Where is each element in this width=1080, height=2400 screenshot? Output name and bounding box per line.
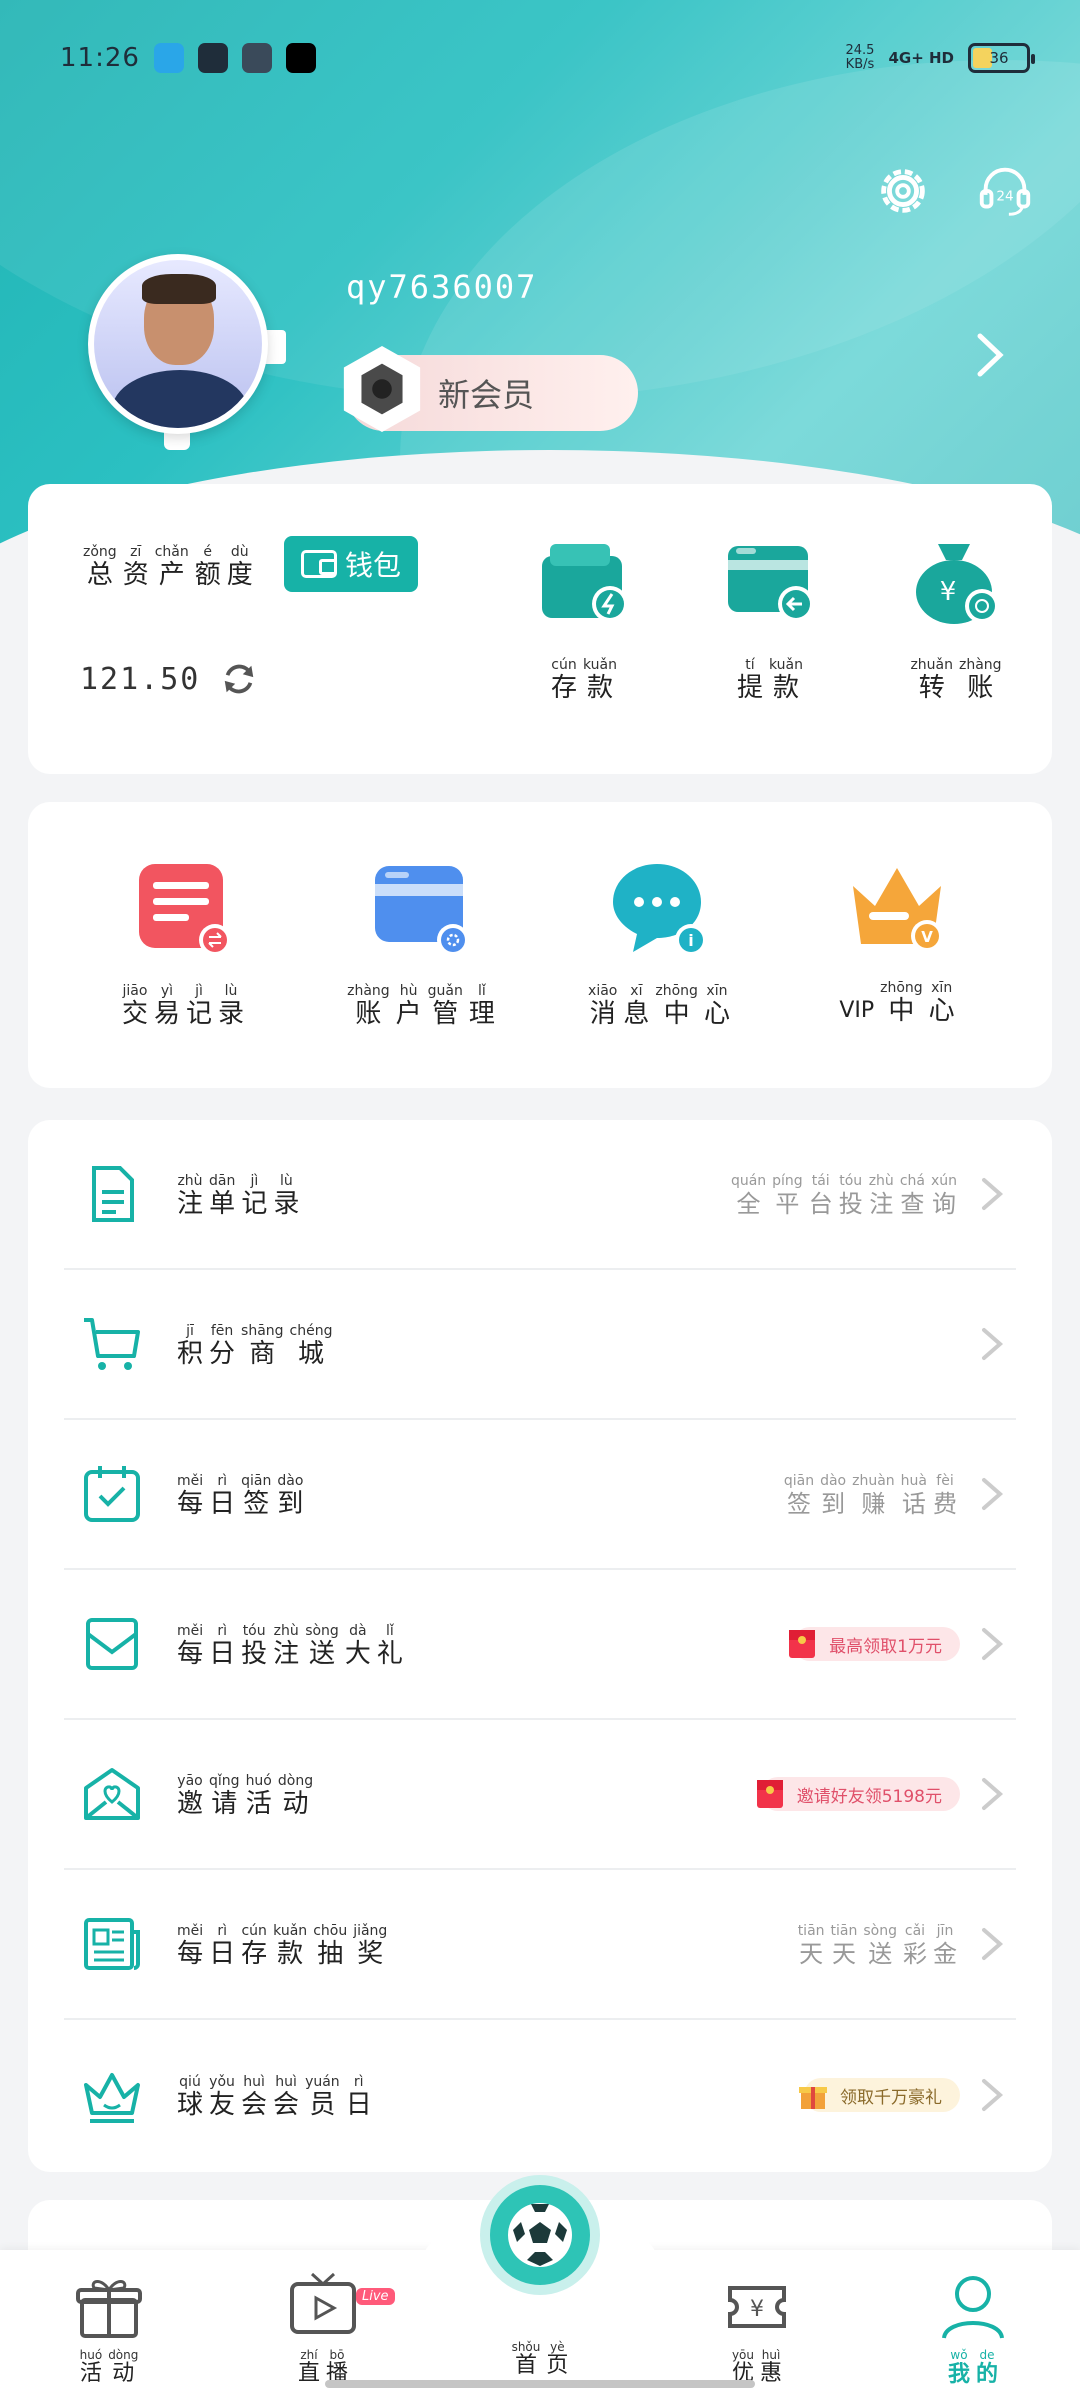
- tab-activities[interactable]: huó 活 dòng 动: [34, 2270, 184, 2386]
- soccer-ball-icon: [508, 2203, 572, 2267]
- menu-hint: tiān 天 tiān 天 sòng 送 cǎi 彩 jīn 金: [797, 1922, 957, 1968]
- red-envelope-icon: [789, 1630, 816, 1658]
- transfer-money-bag-icon: ¥: [916, 544, 999, 624]
- chevron-right-icon: [982, 1928, 1004, 1960]
- menu-item-points-mall[interactable]: jī 积 fēn 分 shāng 商 chéng 城: [64, 1270, 1016, 1420]
- svg-text:i: i: [688, 931, 693, 950]
- menu-hint: qiān 签 dào 到 zhuàn 赚 huà 话 fèi 费: [783, 1472, 957, 1518]
- home-soccer-ball-icon[interactable]: [490, 2185, 590, 2285]
- gift-box-icon: [799, 2087, 827, 2109]
- gift-envelope-icon: [86, 1618, 138, 1670]
- member-medal-icon: [343, 345, 421, 433]
- red-envelope-icon: [756, 1780, 783, 1808]
- menu-item-daily-checkin[interactable]: měi 每 rì 日 qiān 签 dào 到 qiān 签 dào 到 zhuàn 赚 huà 话 fèi 费: [64, 1420, 1016, 1570]
- avatar[interactable]: [88, 254, 268, 434]
- member-level-badge[interactable]: 新会员: [343, 345, 638, 433]
- crown-icon: [84, 2073, 140, 2123]
- wallet-icon: [300, 550, 337, 578]
- chevron-right-icon: [982, 1178, 1004, 1210]
- chevron-right-icon: [982, 1328, 1004, 1360]
- calendar-check-icon: [84, 1466, 140, 1522]
- avatar-image: [94, 260, 262, 428]
- menu-hint: quán 全 píng 平 tái 台 tóu 投 zhù 注 chá 查 xún 询: [730, 1172, 957, 1218]
- promo-badge: 邀请好友领5198元: [756, 1777, 960, 1811]
- chat-bubble-icon: i: [613, 864, 707, 956]
- shopping-cart-icon: [84, 1318, 140, 1370]
- home-indicator: [325, 2380, 755, 2388]
- wallet-actions: cún 存 kuǎn 款 tí 提 kuǎn 款 ¥ zhuǎn 转 zhàng…: [528, 534, 1012, 703]
- settings-gear-icon[interactable]: [872, 160, 934, 222]
- refresh-icon[interactable]: [220, 660, 258, 698]
- total-assets-label: zǒng 总 zī 资 chǎn 产 é额 dù 度: [83, 544, 253, 590]
- user-profile-icon: [942, 2276, 1004, 2339]
- chevron-right-icon: [982, 1478, 1004, 1510]
- member-level-label: 新会员: [438, 376, 535, 414]
- balance-display: 121.50: [80, 660, 258, 698]
- menu-card: zhù 注 dān 单 jì 记 lù 录 quán 全 píng 平 tái 台 tóu 投 zhù 注 chá…: [28, 1120, 1052, 2172]
- status-bar: 11:26 24.5 KB/s 4G+ HD 36: [60, 36, 1035, 80]
- chevron-right-icon: [982, 2079, 1004, 2111]
- calendar-app-icon: [241, 43, 272, 73]
- speed-value: 24.5: [845, 43, 875, 58]
- menu-item-daily-deposit-draw[interactable]: měi 每 rì 日 cún 存 kuǎn 款 chōu 抽 jiǎng 奖 tiān 天 tiān 天 sò…: [64, 1870, 1016, 2020]
- chevron-right-icon: [982, 1628, 1004, 1660]
- tab-offers[interactable]: ¥ yōu 优 huì 惠: [682, 2270, 832, 2386]
- customer-service-headset-icon[interactable]: 24: [974, 160, 1036, 222]
- status-time: 11:26: [60, 43, 140, 73]
- promo-text: 邀请好友领5198元: [796, 1786, 942, 1807]
- header-actions: 24: [872, 160, 1036, 222]
- browser-app-icon: [153, 43, 184, 73]
- wallet-button[interactable]: 钱包: [284, 536, 418, 592]
- network-type: 4G+ HD: [888, 49, 954, 67]
- document-icon: [92, 1166, 134, 1222]
- heart-envelope-icon: [84, 1768, 140, 1820]
- vip-crown-icon: V: [853, 868, 943, 952]
- svg-text:¥: ¥: [750, 2297, 764, 2322]
- battery-icon: 36: [968, 43, 1035, 73]
- deposit-wallet-icon: [542, 544, 628, 622]
- transfer-button[interactable]: ¥ zhuǎn 转 zhàng 账: [900, 534, 1012, 703]
- gift-icon: [76, 2280, 142, 2338]
- transaction-records-button[interactable]: jiāo 交 yì 易 jì 记 lù 录: [83, 856, 283, 1029]
- balance-amount: 121.50: [80, 661, 201, 697]
- menu-item-invite[interactable]: yāo 邀 qǐng 请 huó 活 dòng 动 邀请好友领5198元: [64, 1720, 1016, 1870]
- menu-item-bet-records[interactable]: zhù 注 dān 单 jì 记 lù 录 quán 全 píng 平 tái 台 tóu 投 zhù 注 chá…: [64, 1120, 1016, 1270]
- battery-level: 36: [989, 49, 1009, 67]
- message-center-button[interactable]: i xiāo 消 xī 息 zhōng 中 xīn 心: [559, 856, 759, 1029]
- promo-text: 最高领取1万元: [829, 1636, 942, 1657]
- tiktok-app-icon: [285, 43, 316, 73]
- transaction-list-icon: [139, 864, 231, 956]
- tab-mine[interactable]: wǒ 我 de 的: [898, 2270, 1048, 2386]
- svg-text:V: V: [921, 928, 933, 946]
- withdraw-card-icon: [728, 546, 814, 622]
- account-card-icon: [375, 866, 469, 956]
- live-badge: Live: [356, 2288, 395, 2305]
- menu-item-daily-bet-gift[interactable]: měi 每 rì 日 tóu 投 zhù 注 sòng 送 dà 大 lǐ 礼 最高领取1万元: [64, 1570, 1016, 1720]
- menu-item-fan-member-day[interactable]: qiú 球 yǒu 友 huì 会 huì 会 yuán 员 rì 日 领取千万豪礼: [64, 2020, 1016, 2170]
- chevron-right-icon: [982, 1778, 1004, 1810]
- tv-play-icon: [290, 2272, 356, 2334]
- promo-badge: 最高领取1万元: [789, 1627, 960, 1661]
- profile-chevron-right-icon[interactable]: [970, 330, 1010, 380]
- speed-unit: KB/s: [845, 57, 875, 72]
- coupon-yen-icon: ¥: [728, 2286, 786, 2328]
- promo-text: 领取千万豪礼: [840, 2087, 942, 2108]
- newspaper-icon: [84, 1918, 140, 1970]
- wallet-button-label: 钱包: [344, 549, 401, 582]
- shortcuts-card: jiāo 交 yì 易 jì 记 lù 录 zhàng 账 hù 户 guǎn 管 lǐ 理 i: [28, 802, 1052, 1088]
- svg-text:¥: ¥: [940, 577, 957, 607]
- vip-center-button[interactable]: V VIP zhōng 中 xīn 心: [797, 856, 997, 1029]
- promo-badge: 领取千万豪礼: [799, 2078, 960, 2112]
- network-speed: 24.5 KB/s: [846, 44, 875, 72]
- svg-text:24: 24: [996, 189, 1013, 205]
- link-app-icon: [197, 43, 228, 73]
- username: qy7636007: [346, 268, 538, 306]
- tab-home[interactable]: shǒu 首 yè 页: [465, 2336, 615, 2378]
- assets-card: zǒng总 zī资 chǎn产 é额 dù度 钱包 121.50 cún: [28, 484, 1052, 774]
- account-management-button[interactable]: zhàng 账 hù 户 guǎn 管 lǐ 理: [321, 856, 521, 1029]
- deposit-button[interactable]: cún 存 kuǎn 款: [528, 534, 640, 703]
- withdraw-button[interactable]: tí 提 kuǎn 款: [714, 534, 826, 703]
